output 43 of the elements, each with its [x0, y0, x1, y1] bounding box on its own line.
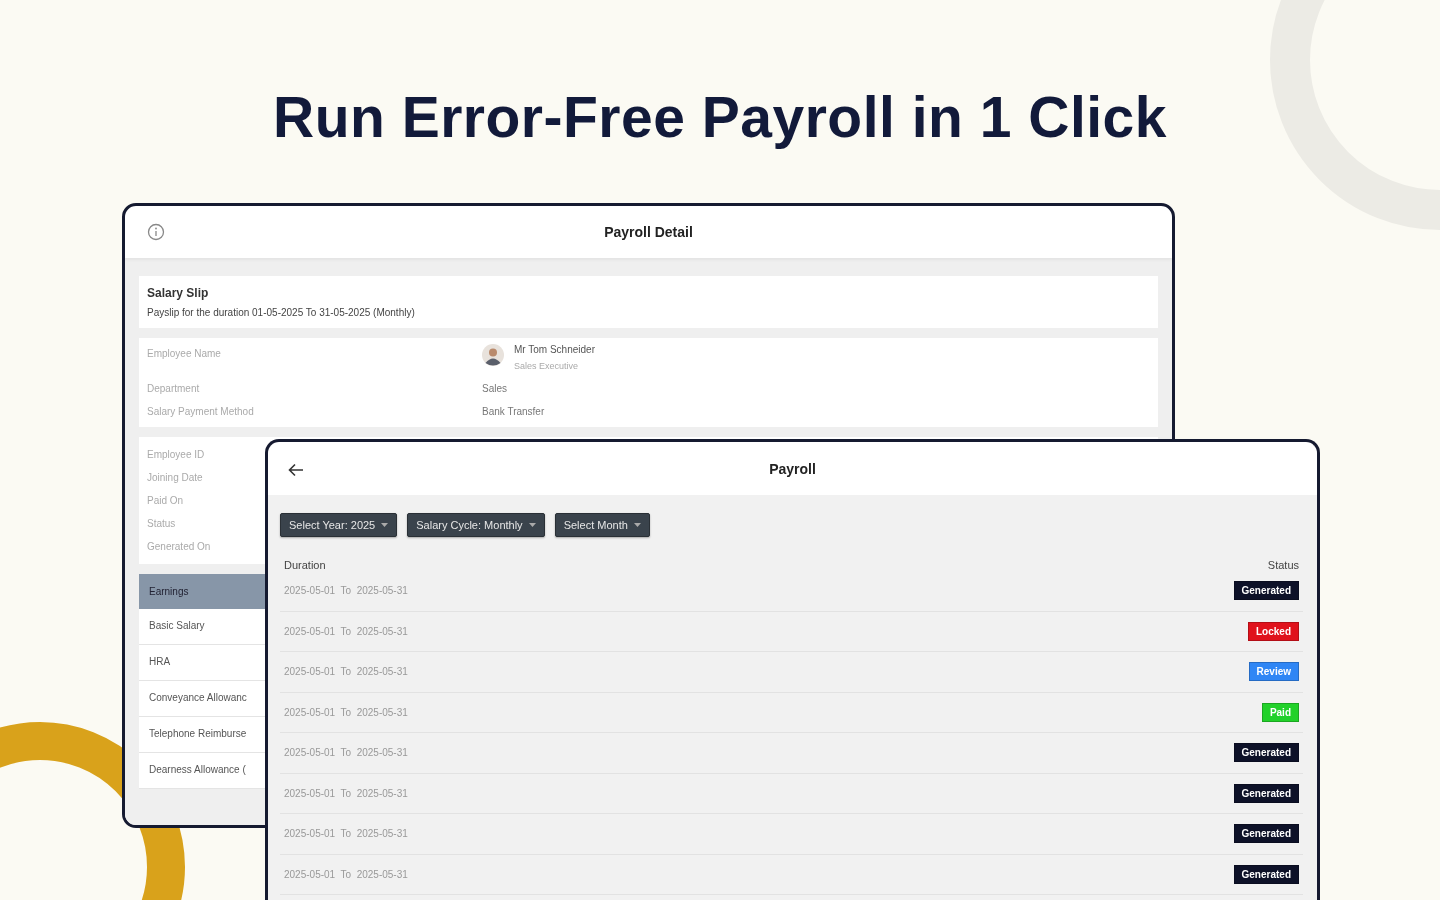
status-badge: Generated: [1233, 783, 1299, 803]
field-label: Department: [147, 383, 201, 394]
field-label: Employee ID: [147, 449, 205, 460]
duration-cell: 2025-05-01 To 2025-05-31: [284, 625, 408, 637]
duration-cell: 2025-05-01 To 2025-05-31: [284, 787, 408, 799]
filter-dropdown[interactable]: Salary Cycle: Monthly: [407, 513, 545, 537]
window-title: Payroll: [769, 460, 816, 477]
field-label: Paid On: [147, 495, 184, 506]
field-value: Bank Transfer: [482, 406, 546, 417]
status-badge: Generated: [1233, 824, 1299, 844]
headline: Run Error-Free Payroll in 1 Click: [273, 84, 1167, 150]
duration-cell: 2025-05-01 To 2025-05-31: [284, 828, 408, 840]
field-value: Sales: [482, 383, 508, 394]
duration-cell: 2025-05-01 To 2025-05-31: [284, 706, 408, 718]
status-badge: Locked: [1248, 621, 1299, 641]
column-header: Duration: [284, 559, 326, 571]
field-label: Joining Date: [147, 472, 203, 483]
status-badge: Generated: [1233, 743, 1299, 763]
window-title: Payroll Detail: [604, 224, 693, 240]
employee-role: Sales Executive: [514, 361, 580, 371]
filter-dropdown[interactable]: Select Month: [554, 513, 650, 537]
status-badge: Review: [1248, 662, 1299, 682]
caret-icon: [633, 523, 641, 527]
field-label: Generated On: [147, 541, 211, 552]
duration-cell: 2025-05-01 To 2025-05-31: [284, 666, 408, 678]
employee-name: Mr Tom Schneider: [514, 344, 595, 355]
field-label: Salary Payment Method: [147, 406, 255, 417]
column-header: Status: [1267, 559, 1299, 571]
caret-icon: [528, 523, 536, 527]
card-subtitle: Payslip for the duration 01-05-2025 To 31-05-2025 (Monthly): [147, 307, 416, 318]
filter-dropdown[interactable]: Select Year: 2025: [280, 513, 398, 537]
avatar-icon: [482, 344, 504, 366]
duration-cell: 2025-05-01 To 2025-05-31: [284, 585, 408, 597]
info-icon[interactable]: [147, 223, 165, 241]
field-label: Status: [147, 518, 176, 529]
duration-cell: 2025-05-01 To 2025-05-31: [284, 868, 408, 880]
back-arrow-icon[interactable]: [288, 463, 304, 477]
status-badge: Paid: [1261, 702, 1299, 722]
caret-icon: [381, 523, 389, 527]
status-badge: Generated: [1233, 581, 1299, 601]
status-badge: Generated: [1233, 864, 1299, 884]
card-title: Salary Slip: [147, 286, 210, 300]
field-label: Employee Name: [147, 348, 222, 361]
